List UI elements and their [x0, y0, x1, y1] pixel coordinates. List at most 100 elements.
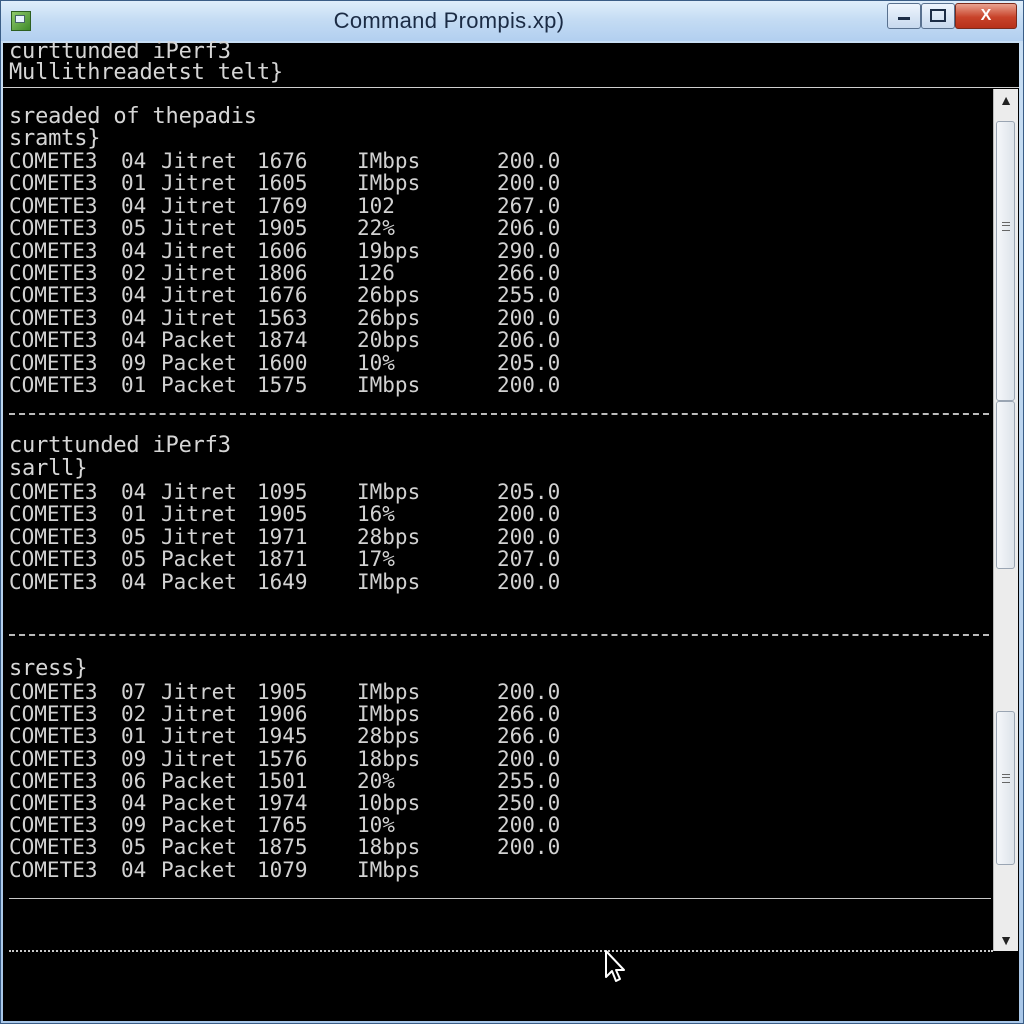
result-cell: 17% — [357, 547, 395, 572]
minimize-button[interactable] — [887, 3, 921, 29]
result-cell: 200.0 — [497, 502, 561, 527]
section-divider — [9, 413, 989, 415]
result-cell: COMETE3 — [9, 305, 98, 330]
result-cell: IMbps — [357, 480, 421, 504]
result-cell: 200.0 — [497, 171, 561, 196]
result-cell: 207.0 — [497, 547, 561, 572]
scrollbar-thumb-lower[interactable] — [996, 401, 1015, 569]
result-cell: COMETE3 — [9, 547, 98, 572]
result-cell: 266.0 — [497, 261, 561, 285]
result-cell: 04 — [121, 193, 147, 218]
result-cell: 1765 — [257, 813, 308, 838]
result-cell: 1905 — [257, 680, 308, 704]
result-cell: COMETE3 — [9, 835, 98, 860]
result-cell: 1649 — [257, 569, 308, 594]
result-cell: 200.0 — [497, 373, 561, 397]
result-cell: 1501 — [257, 768, 308, 793]
result-cell: COMETE3 — [9, 680, 98, 704]
result-cell: COMETE3 — [9, 171, 98, 196]
result-cell: 02 — [121, 702, 147, 727]
result-cell: Jitret — [161, 193, 237, 218]
result-cell: Packet — [161, 547, 237, 572]
result-cell: IMbps — [357, 373, 421, 397]
scrollbar-thumb[interactable] — [996, 121, 1015, 401]
result-cell: 1874 — [257, 328, 308, 353]
mouse-pointer-icon — [605, 950, 625, 982]
result-cell: Packet — [161, 835, 237, 860]
result-cell: 1079 — [257, 857, 308, 882]
result-cell: 28bps — [357, 524, 421, 549]
result-cell: 126 — [357, 261, 395, 285]
result-cell: COMETE3 — [9, 216, 98, 241]
result-cell: 06 — [121, 768, 147, 793]
console-output[interactable]: curttunded iPerf3 Mullithreadetst telt} … — [3, 40, 1019, 1021]
prompt-dotted-rule — [9, 950, 993, 952]
result-cell: 18bps — [357, 746, 421, 771]
result-cell: IMbps — [357, 702, 421, 727]
result-cell: Jitret — [161, 261, 237, 285]
result-cell: 10% — [357, 350, 395, 375]
result-cell: 200.0 — [497, 305, 561, 330]
result-cell: 255.0 — [497, 768, 561, 793]
command-prompt-window: Command Prompis.xp) X curttunded iPerf3 … — [0, 0, 1024, 1024]
result-cell: 05 — [121, 216, 147, 241]
section-divider — [9, 634, 989, 636]
result-cell: 1971 — [257, 524, 308, 549]
result-cell: Jitret — [161, 149, 237, 173]
result-cell: 20bps — [357, 328, 421, 353]
result-cell: 04 — [121, 857, 147, 882]
result-cell: Jitret — [161, 502, 237, 527]
result-cell: 1875 — [257, 835, 308, 860]
result-cell: COMETE3 — [9, 238, 98, 263]
maximize-button[interactable] — [921, 3, 955, 29]
result-cell: 1575 — [257, 373, 308, 397]
result-cell: 200.0 — [497, 149, 561, 173]
result-cell: 09 — [121, 746, 147, 771]
result-cell: 200.0 — [497, 680, 561, 704]
result-cell: Jitret — [161, 724, 237, 749]
result-cell: 01 — [121, 502, 147, 527]
result-cell: Packet — [161, 569, 237, 594]
result-cell: Packet — [161, 813, 237, 838]
result-cell: 18bps — [357, 835, 421, 860]
result-cell: Jitret — [161, 680, 237, 704]
scroll-up-arrow-icon[interactable]: ▲ — [994, 89, 1018, 111]
result-cell: Jitret — [161, 171, 237, 196]
result-cell: 07 — [121, 680, 147, 704]
result-cell: 206.0 — [497, 216, 561, 241]
vertical-scrollbar[interactable]: ▲ ▼ — [993, 89, 1018, 951]
result-cell: 200.0 — [497, 835, 561, 860]
result-cell: 02 — [121, 261, 147, 285]
result-cell: COMETE3 — [9, 328, 98, 353]
result-cell: 1563 — [257, 305, 308, 330]
result-cell: 09 — [121, 813, 147, 838]
result-cell: 1605 — [257, 171, 308, 196]
title-bar[interactable]: Command Prompis.xp) X — [1, 1, 1023, 41]
result-cell: Jitret — [161, 702, 237, 727]
result-cell: COMETE3 — [9, 746, 98, 771]
result-cell: 05 — [121, 835, 147, 860]
result-cell: IMbps — [357, 569, 421, 594]
result-cell: Jitret — [161, 283, 237, 308]
close-button[interactable]: X — [955, 3, 1017, 29]
result-cell: 22% — [357, 216, 395, 241]
result-cell: COMETE3 — [9, 724, 98, 749]
result-cell: 04 — [121, 238, 147, 263]
result-cell: Packet — [161, 350, 237, 375]
result-cell: 26bps — [357, 305, 421, 330]
result-cell: 1806 — [257, 261, 308, 285]
result-cell: 200.0 — [497, 813, 561, 838]
result-cell: 04 — [121, 569, 147, 594]
result-cell: Packet — [161, 768, 237, 793]
result-cell: 10bps — [357, 791, 421, 815]
result-cell: 290.0 — [497, 238, 561, 263]
result-cell: Packet — [161, 857, 237, 882]
result-cell: 266.0 — [497, 724, 561, 749]
scroll-down-arrow-icon[interactable]: ▼ — [994, 929, 1018, 951]
section3-label: sress} — [9, 656, 88, 681]
result-cell: Jitret — [161, 524, 237, 549]
result-cell: 28bps — [357, 724, 421, 749]
scrollbar-thumb-bottom[interactable] — [996, 711, 1015, 865]
scrollbar-grip-icon — [1002, 222, 1010, 231]
result-cell: 1606 — [257, 238, 308, 263]
